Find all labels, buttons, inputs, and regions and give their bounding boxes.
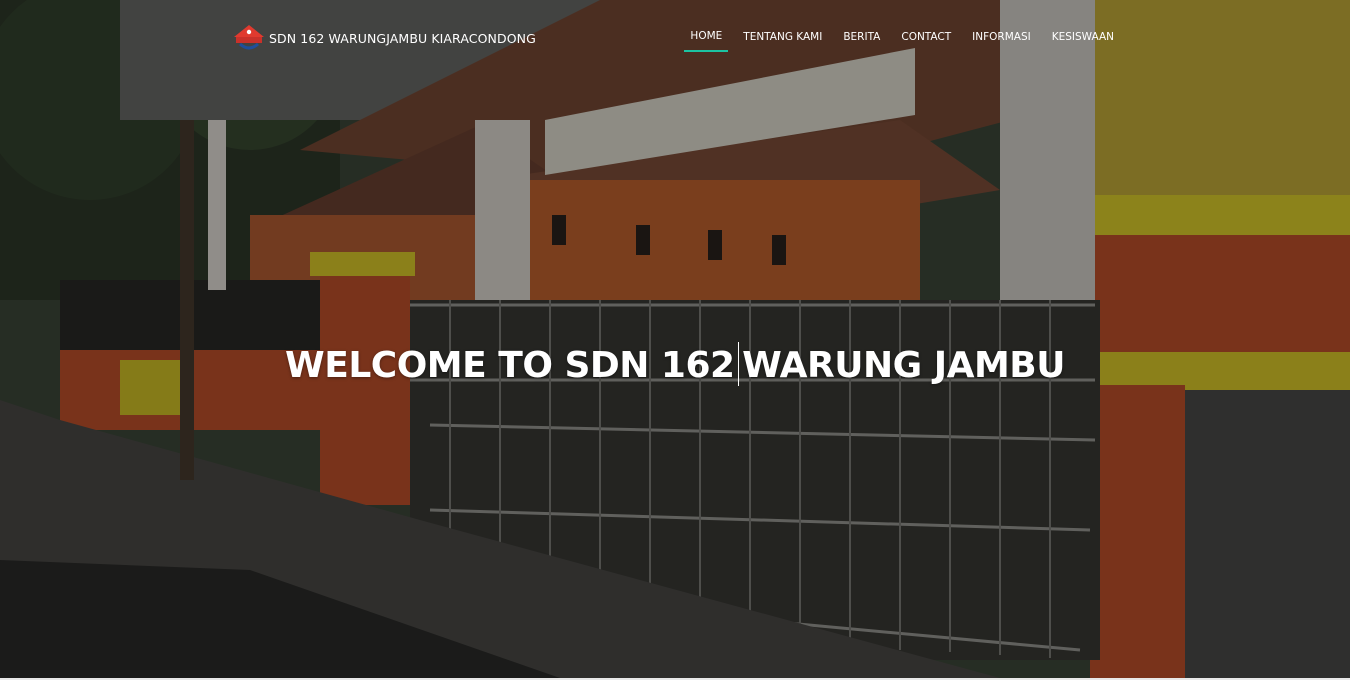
hero-title-part2: WARUNG JAMBU [742, 345, 1065, 387]
nav-item-kesiswaan[interactable]: KESISWAAN [1052, 31, 1114, 51]
nav-item-informasi[interactable]: INFORMASI [972, 31, 1031, 51]
brand-name: SDN 162 WARUNGJAMBU KIARACONDONG [269, 30, 536, 46]
nav-link-informasi[interactable]: INFORMASI [972, 31, 1031, 51]
main-nav: HOME TENTANG KAMI BERITA CONTACT INFORMA… [669, 30, 1114, 52]
nav-link-berita[interactable]: BERITA [843, 31, 880, 51]
typing-cursor [737, 342, 740, 387]
nav-item-home[interactable]: HOME [684, 30, 729, 52]
nav-link-contact[interactable]: CONTACT [901, 31, 951, 51]
nav-item-tentang-kami[interactable]: TENTANG KAMI [743, 31, 822, 51]
nav-item-berita[interactable]: BERITA [843, 31, 880, 51]
hero-dark-overlay [0, 0, 1350, 678]
nav-item-contact[interactable]: CONTACT [901, 31, 951, 51]
brand-link[interactable]: SDN 162 WARUNGJAMBU KIARACONDONG [232, 22, 536, 54]
nav-link-kesiswaan[interactable]: KESISWAAN [1052, 31, 1114, 51]
top-navbar: SDN 162 WARUNGJAMBU KIARACONDONG HOME TE… [0, 0, 1350, 74]
hero-section: SDN 162 WARUNGJAMBU KIARACONDONG HOME TE… [0, 0, 1350, 678]
nav-link-home[interactable]: HOME [684, 30, 729, 52]
hero-title: WELCOME TO SDN 162 WARUNG JAMBU [0, 342, 1350, 387]
school-emblem-icon [234, 25, 264, 50]
nav-link-tentang-kami[interactable]: TENTANG KAMI [743, 31, 822, 51]
hero-title-part1: WELCOME TO SDN 162 [285, 345, 735, 387]
